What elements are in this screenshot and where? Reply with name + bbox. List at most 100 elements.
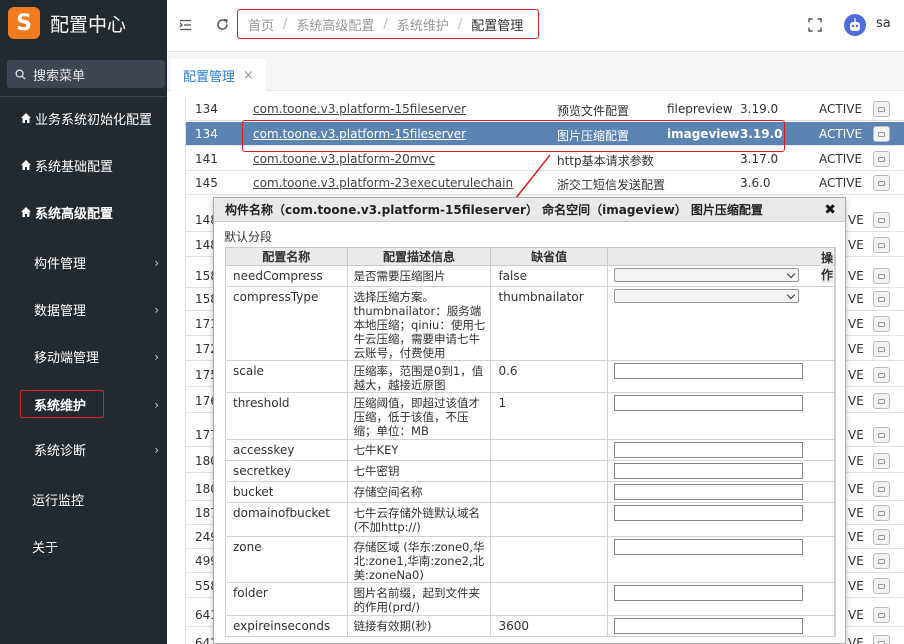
edit-icon[interactable]	[873, 529, 890, 545]
col-header-name: 配置名称	[225, 247, 348, 266]
config-value-cell	[606, 582, 835, 616]
edit-icon[interactable]	[873, 635, 890, 644]
edit-icon[interactable]	[873, 427, 890, 443]
cell-desc: 预览文件配置	[557, 104, 630, 118]
config-value-input[interactable]	[613, 505, 803, 521]
config-desc: 图片名前缀，起到文件夹的作用(prd/)	[346, 582, 492, 616]
config-value-cell	[606, 460, 835, 482]
config-value-select[interactable]	[613, 268, 799, 282]
config-value-input[interactable]	[613, 395, 803, 411]
edit-icon[interactable]	[873, 151, 890, 167]
config-value-input[interactable]	[613, 585, 803, 601]
fullscreen-icon[interactable]	[808, 18, 822, 32]
cell-desc: 浙交工短信发送配置	[557, 178, 666, 192]
cell-id: 141	[195, 152, 218, 166]
cell-version: 3.6.0	[740, 176, 771, 190]
edit-icon[interactable]	[873, 553, 890, 569]
avatar-icon[interactable]	[844, 14, 866, 36]
chevron-right-icon: ›	[154, 350, 159, 364]
breadcrumb-home[interactable]: 首页	[248, 15, 274, 34]
cell-name-link[interactable]: com.toone.v3.platform-23executerulechain	[253, 176, 513, 190]
cell-status: ACTIVE	[819, 127, 863, 141]
breadcrumb-separator: /	[457, 16, 463, 32]
sidebar-item-about[interactable]: 关于	[0, 522, 167, 570]
config-name: compressType	[225, 286, 348, 361]
config-value-input[interactable]	[613, 463, 803, 479]
config-value-input[interactable]	[613, 484, 803, 500]
menu-search[interactable]: 搜索菜单	[7, 60, 165, 88]
config-default: 0.6	[490, 360, 608, 393]
search-icon	[15, 68, 26, 80]
config-name: scale	[225, 360, 348, 393]
sidebar-item-mobile-mgmt[interactable]: 移动端管理 ›	[0, 332, 167, 380]
edit-icon[interactable]	[873, 341, 890, 357]
config-value-input[interactable]	[613, 618, 803, 634]
username[interactable]: sa	[876, 16, 891, 31]
refresh-icon[interactable]	[216, 18, 229, 31]
sidebar-item-advanced-config[interactable]: 系统高级配置	[0, 188, 167, 236]
edit-icon[interactable]	[873, 607, 890, 623]
home-icon	[21, 113, 31, 123]
config-desc: 七牛KEY	[346, 439, 492, 461]
cell-status: VE	[848, 428, 864, 442]
config-value-input[interactable]	[613, 363, 803, 379]
col-header-action-label: 操作	[820, 249, 833, 283]
cell-name-link[interactable]: com.toone.v3.platform-15fileserver	[253, 102, 466, 116]
edit-icon[interactable]	[873, 393, 890, 409]
menu-search-label: 搜索菜单	[33, 68, 86, 84]
edit-icon[interactable]	[873, 126, 890, 142]
config-value-input[interactable]	[613, 539, 803, 555]
edit-icon[interactable]	[873, 212, 890, 228]
sidebar-item-data-mgmt[interactable]: 数据管理 ›	[0, 285, 167, 333]
highlight-box	[242, 120, 785, 152]
edit-icon[interactable]	[873, 268, 890, 284]
cell-status: VE	[848, 317, 864, 331]
menu-fold-icon[interactable]	[179, 19, 192, 31]
config-row: scale 压缩率，范围是0到1，值越大，越接近原图 0.6	[225, 360, 837, 393]
chevron-right-icon: ›	[154, 443, 159, 457]
config-value-cell	[606, 286, 835, 361]
edit-icon[interactable]	[873, 367, 890, 383]
config-name: folder	[225, 582, 348, 616]
config-desc: 存储空间名称	[346, 481, 492, 503]
config-value-cell	[606, 265, 835, 287]
breadcrumb-maintenance[interactable]: 系统维护	[397, 15, 449, 34]
config-value-cell	[606, 360, 835, 393]
sidebar-item-business-init[interactable]: 业务系统初始化配置	[0, 94, 167, 142]
breadcrumb-advanced[interactable]: 系统高级配置	[296, 15, 374, 34]
edit-icon[interactable]	[873, 291, 890, 307]
sidebar-item-monitor[interactable]: 运行监控	[0, 475, 167, 523]
edit-icon[interactable]	[873, 316, 890, 332]
tab-config-mgmt[interactable]: 配置管理 ×	[171, 59, 266, 91]
config-name: threshold	[225, 392, 348, 440]
cell-name-link[interactable]: com.toone.v3.platform-20mvc	[253, 152, 435, 166]
config-value-input[interactable]	[613, 442, 803, 458]
sidebar-item-diagnostics[interactable]: 系统诊断 ›	[0, 425, 167, 473]
edit-icon[interactable]	[873, 505, 890, 521]
edit-icon[interactable]	[873, 175, 890, 191]
config-default	[490, 536, 608, 583]
edit-icon[interactable]	[873, 237, 890, 253]
cell-version: 3.19.0	[740, 102, 779, 116]
edit-icon[interactable]	[873, 101, 890, 117]
close-icon[interactable]: ✖	[824, 198, 836, 222]
section-label: 默认分段	[224, 230, 273, 244]
close-icon[interactable]: ×	[243, 68, 254, 83]
cell-status: ACTIVE	[819, 152, 863, 166]
config-name: accesskey	[225, 439, 348, 461]
config-value-select[interactable]	[613, 289, 799, 303]
cell-status: VE	[848, 579, 864, 593]
table-row[interactable]: 134 com.toone.v3.platform-15fileserver 预…	[186, 97, 904, 121]
config-default	[490, 502, 608, 537]
edit-icon[interactable]	[873, 481, 890, 497]
sidebar-item-basic-config[interactable]: 系统基础配置	[0, 141, 167, 189]
dialog-title-text: 构件名称（com.toone.v3.platform-15fileserver）…	[225, 203, 763, 217]
config-action-cell	[833, 265, 837, 287]
config-action-cell	[833, 481, 837, 503]
edit-icon[interactable]	[873, 453, 890, 469]
config-default	[490, 481, 608, 503]
config-desc: 存储区域 (华东:zone0,华北:zone1,华南:zone2,北美:zone…	[346, 536, 492, 583]
sidebar-item-component-mgmt[interactable]: 构件管理 ›	[0, 238, 167, 286]
edit-icon[interactable]	[873, 578, 890, 594]
app-title: 配置中心	[50, 13, 127, 36]
